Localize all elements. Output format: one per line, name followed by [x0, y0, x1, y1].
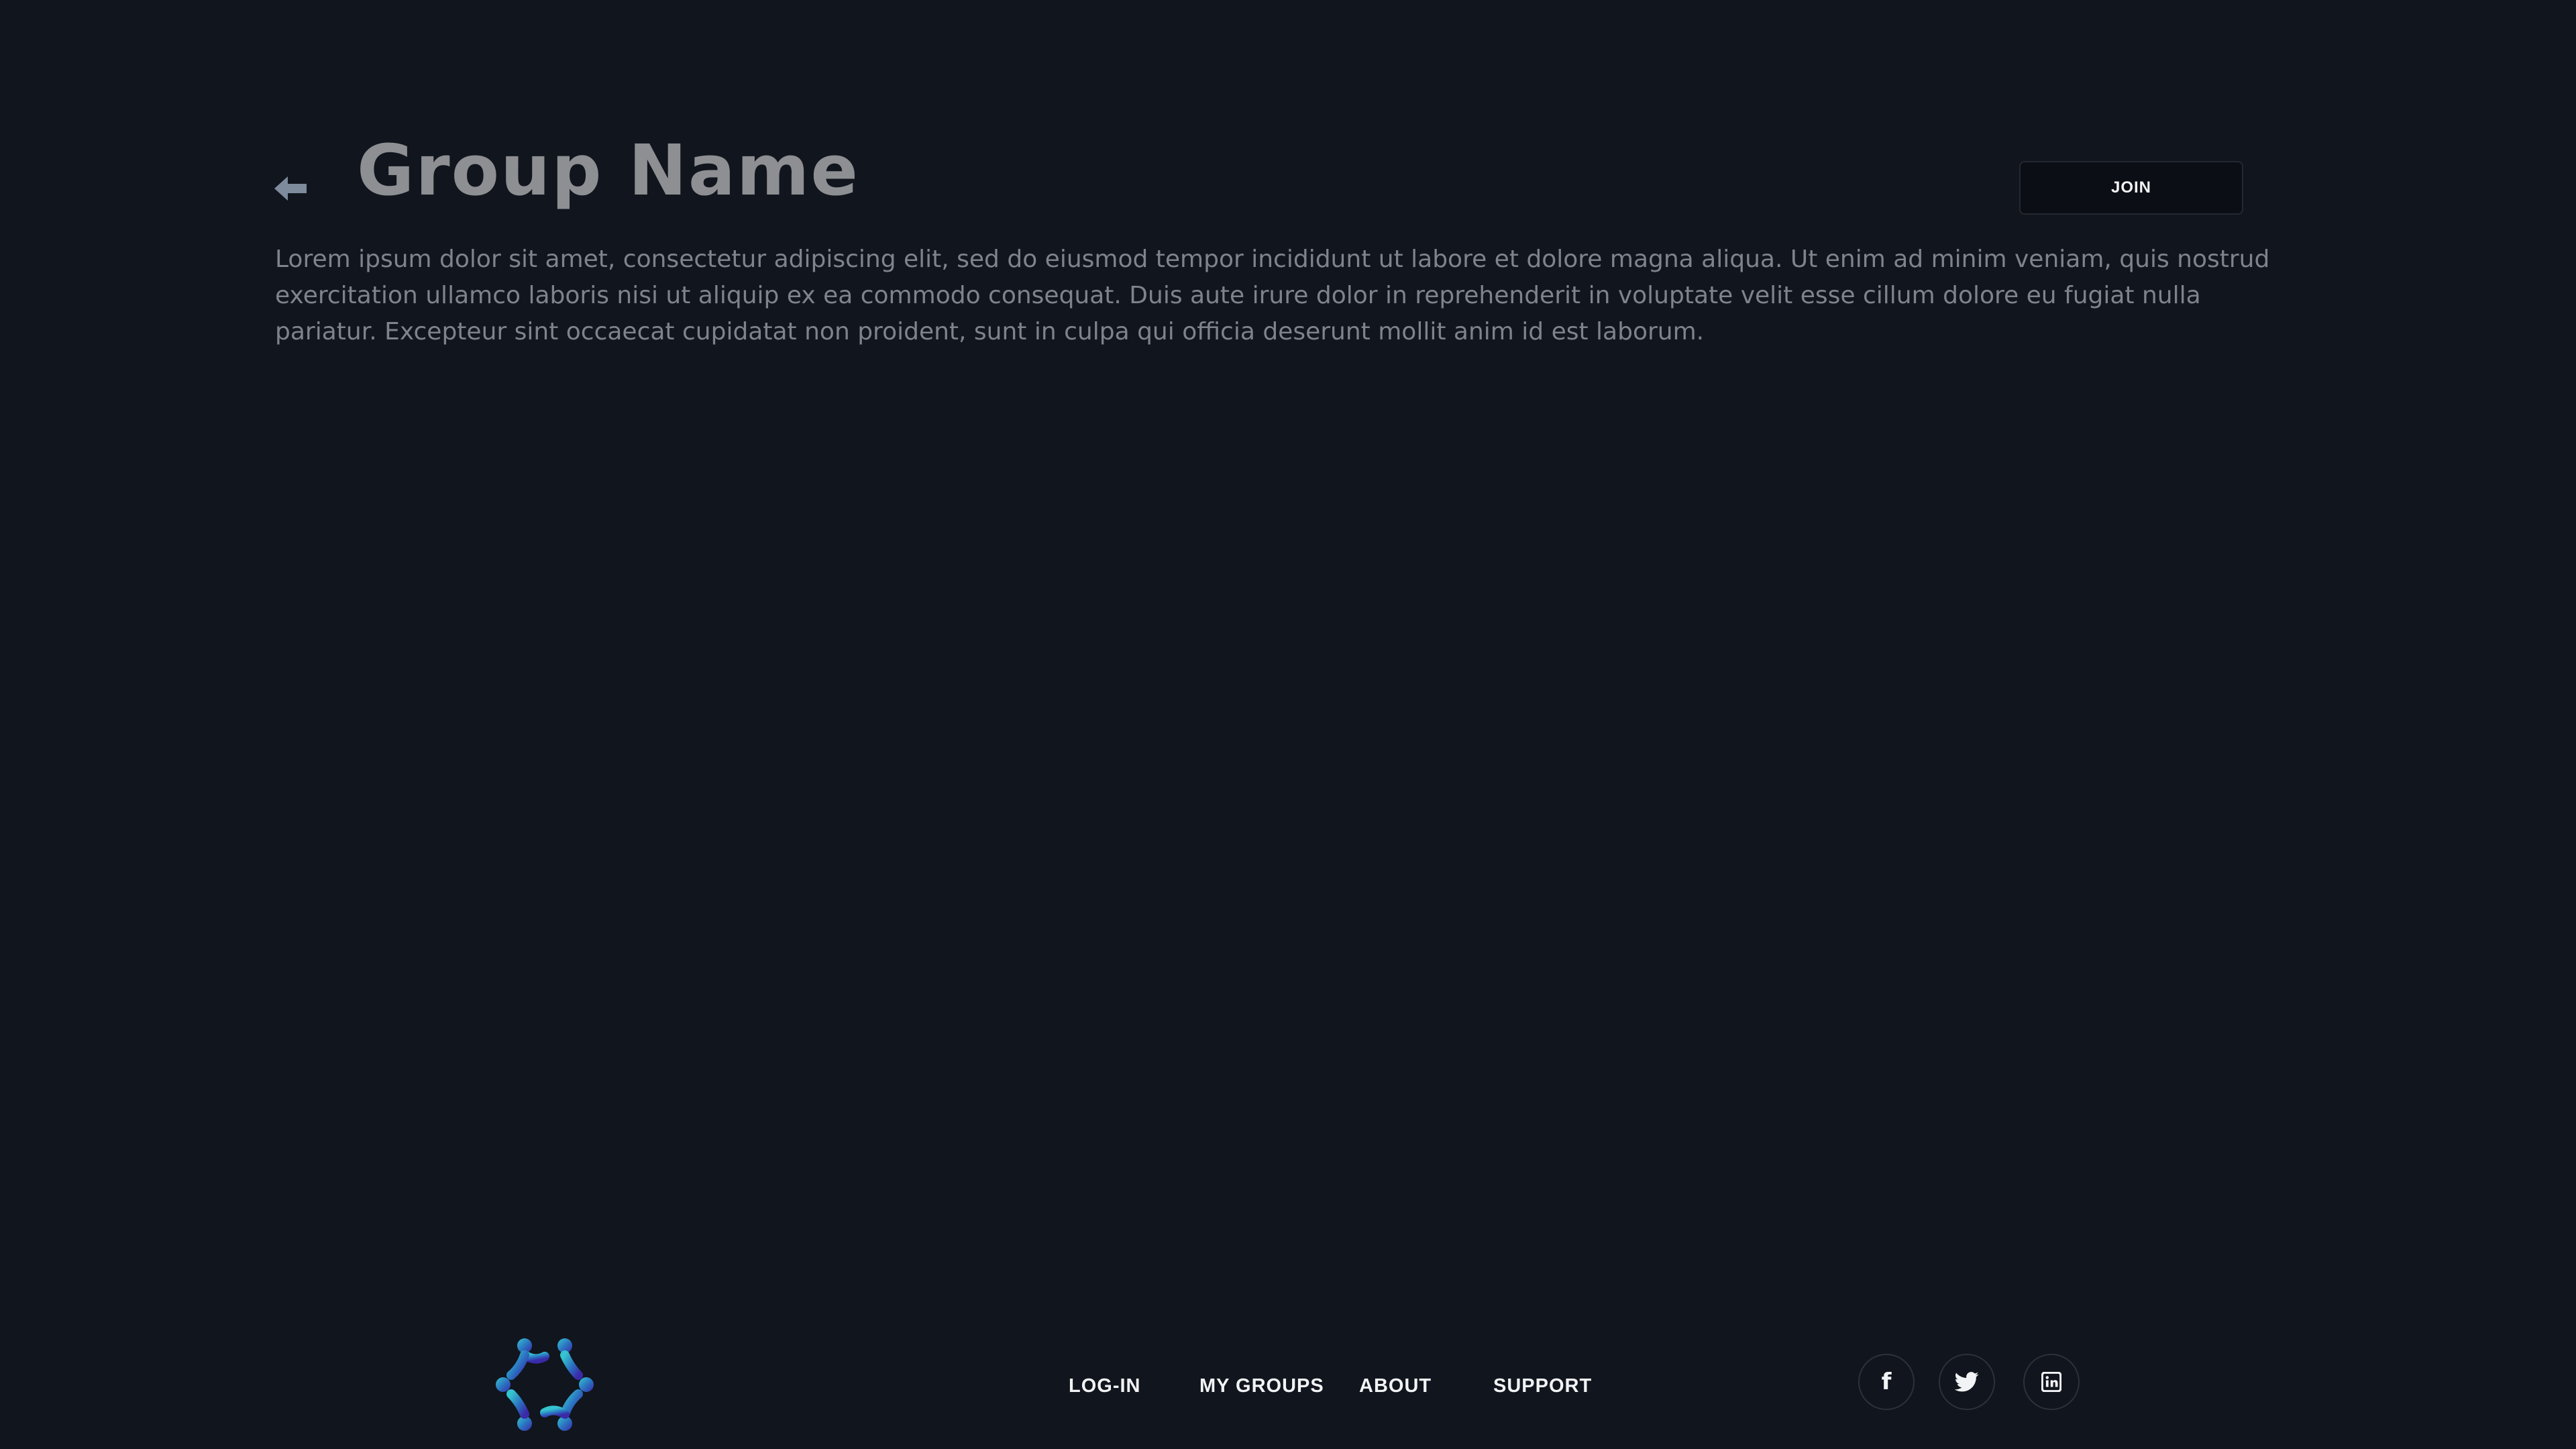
footer: LOG-IN MY GROUPS ABOUT SUPPORT f — [0, 1315, 2576, 1449]
group-description: Lorem ipsum dolor sit amet, consectetur … — [275, 246, 2270, 345]
footer-link-support[interactable]: SUPPORT — [1493, 1373, 1592, 1399]
community-logo-icon[interactable] — [495, 1335, 594, 1434]
footer-link-about[interactable]: ABOUT — [1359, 1373, 1432, 1399]
footer-link-my-groups[interactable]: MY GROUPS — [1199, 1373, 1324, 1399]
back-button[interactable] — [268, 166, 313, 211]
twitter-icon — [1954, 1372, 1979, 1392]
facebook-button[interactable]: f — [1858, 1354, 1915, 1410]
footer-link-log-in[interactable]: LOG-IN — [1069, 1373, 1141, 1399]
arrow-left-icon — [274, 176, 307, 201]
twitter-button[interactable] — [1939, 1354, 1995, 1410]
page-title: Group Name — [357, 129, 859, 211]
facebook-icon: f — [1881, 1368, 1892, 1395]
join-button[interactable]: JOIN — [2019, 161, 2243, 215]
linkedin-button[interactable] — [2023, 1354, 2080, 1410]
group-page: Group Name JOIN Lorem ipsum dolor sit am… — [0, 0, 2576, 1449]
linkedin-icon — [2041, 1372, 2061, 1392]
